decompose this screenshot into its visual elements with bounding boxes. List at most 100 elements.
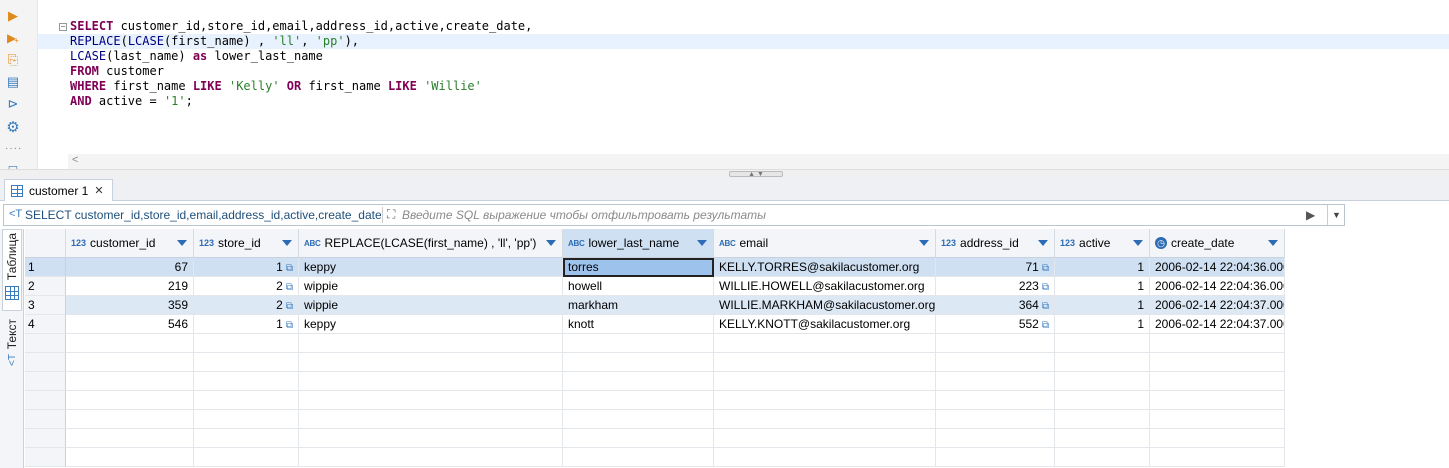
column-header-email[interactable]: ABC email xyxy=(714,229,936,258)
panel-splitter[interactable]: ▲ ▼ xyxy=(0,169,1449,178)
row-number[interactable]: 3 xyxy=(25,296,66,315)
table-cell[interactable]: keppy xyxy=(299,315,563,334)
code-token: LIKE xyxy=(387,79,417,93)
foreign-key-link-icon[interactable]: ⧉ xyxy=(286,301,293,312)
table-cell[interactable]: markham xyxy=(563,296,714,315)
code-token: customer xyxy=(98,64,164,78)
row-number[interactable]: 2 xyxy=(25,277,66,296)
foreign-key-link-icon[interactable]: ⧉ xyxy=(286,320,293,331)
table-cell[interactable]: 364 ⧉ xyxy=(936,296,1055,315)
table-cell[interactable]: KELLY.TORRES@sakilacustomer.org xyxy=(714,258,936,277)
filter-history-dropdown-icon[interactable]: ▼ xyxy=(1327,205,1345,225)
code-area[interactable]: − SELECT customer_id,store_id,email,addre… xyxy=(38,0,1449,154)
code-line[interactable]: LCASE(last_name) as lower_last_name xyxy=(38,49,1449,64)
table-cell[interactable]: 359 xyxy=(66,296,194,315)
sql-editor[interactable]: ▶ ▶ + ⎘ ▤ ⊳ ⚙ ···· ▭ − SELECT customer_id,… xyxy=(0,0,1449,174)
table-cell[interactable]: knott xyxy=(563,315,714,334)
sort-dropdown-icon[interactable] xyxy=(1038,240,1048,246)
apply-filter-icon[interactable]: ▶ xyxy=(1306,208,1315,222)
table-cell[interactable]: 2006-02-14 22:04:37.000 xyxy=(1150,296,1285,315)
results-grid[interactable]: 123 customer_id 123 store_id ABC REPLACE(LCAS… xyxy=(25,229,1449,468)
code-line[interactable]: − SELECT customer_id,store_id,email,addre… xyxy=(38,19,1449,34)
row-number[interactable]: 1 xyxy=(25,258,66,277)
table-cell[interactable]: WILLIE.MARKHAM@sakilacustomer.org xyxy=(714,296,936,315)
table-cell[interactable]: 552 ⧉ xyxy=(936,315,1055,334)
code-line[interactable]: FROM customer xyxy=(38,64,1449,79)
table-cell[interactable]: KELLY.KNOTT@sakilacustomer.org xyxy=(714,315,936,334)
more-tools-icon[interactable]: ···· xyxy=(5,143,22,154)
scroll-left-icon[interactable]: < xyxy=(72,154,78,166)
table-cell[interactable]: 1 xyxy=(1055,315,1150,334)
sort-dropdown-icon[interactable] xyxy=(177,240,187,246)
foreign-key-link-icon[interactable]: ⧉ xyxy=(1042,263,1049,274)
close-icon[interactable]: ✕ xyxy=(94,184,103,197)
table-cell[interactable]: 223 ⧉ xyxy=(936,277,1055,296)
column-header-lower_last_name[interactable]: ABC lower_last_name xyxy=(563,229,714,258)
foreign-key-link-icon[interactable]: ⧉ xyxy=(1042,301,1049,312)
foreign-key-link-icon[interactable]: ⧉ xyxy=(286,263,293,274)
sort-dropdown-icon[interactable] xyxy=(919,240,929,246)
execute-statement-icon[interactable]: ▶ xyxy=(5,8,21,24)
sql-query-icon: <T xyxy=(9,208,23,220)
column-header-active[interactable]: 123 active xyxy=(1055,229,1150,258)
tab-customer-1[interactable]: customer 1 ✕ xyxy=(4,179,113,201)
table-row[interactable]: 4 546 1 ⧉ keppy knott KELLY.KNOTT@sakilacustom… xyxy=(25,315,1285,334)
settings-icon[interactable]: ⚙ xyxy=(5,120,21,136)
filter-input[interactable] xyxy=(402,206,1292,224)
sort-dropdown-icon[interactable] xyxy=(1133,240,1143,246)
sort-dropdown-icon[interactable] xyxy=(282,240,292,246)
sort-dropdown-icon[interactable] xyxy=(546,240,556,246)
table-cell[interactable]: torres xyxy=(563,258,714,277)
tab-text-view[interactable]: Текст <T xyxy=(2,315,22,377)
column-header-customer_id[interactable]: 123 customer_id xyxy=(66,229,194,258)
table-row[interactable]: 1 67 1 ⧉ keppy torres KELLY.TORRES@sakilacusto… xyxy=(25,258,1285,277)
code-line[interactable]: AND active = '1'; xyxy=(38,94,1449,109)
sort-dropdown-icon[interactable] xyxy=(697,240,707,246)
table-cell xyxy=(563,372,714,391)
column-header-store_id[interactable]: 123 store_id xyxy=(194,229,299,258)
table-cell[interactable]: 219 xyxy=(66,277,194,296)
table-cell[interactable]: 1 ⧉ xyxy=(194,315,299,334)
table-row[interactable]: 3 359 2 ⧉ wippie markham WILLIE.MARKHAM@sakila… xyxy=(25,296,1285,315)
code-line[interactable]: REPLACE(LCASE(first_name) , 'll', 'pp'), xyxy=(38,34,1449,49)
terminal-icon[interactable]: ⊳ xyxy=(5,96,21,112)
column-header-address_id[interactable]: 123 address_id xyxy=(936,229,1055,258)
table-cell[interactable]: 2006-02-14 22:04:36.000 xyxy=(1150,277,1285,296)
table-cell[interactable]: 1 xyxy=(1055,296,1150,315)
table-cell[interactable]: 546 xyxy=(66,315,194,334)
fold-icon[interactable]: − xyxy=(59,23,67,31)
table-cell[interactable]: keppy xyxy=(299,258,563,277)
sort-dropdown-icon[interactable] xyxy=(1268,240,1278,246)
table-row[interactable]: 2 219 2 ⧉ wippie howell WILLIE.HOWELL@sakilacu… xyxy=(25,277,1285,296)
column-header-create_date[interactable]: ◷ create_date xyxy=(1150,229,1285,258)
foreign-key-link-icon[interactable]: ⧉ xyxy=(1042,320,1049,331)
execution-plan-icon[interactable]: ⎘ xyxy=(5,52,21,68)
table-cell[interactable]: wippie xyxy=(299,296,563,315)
foreign-key-link-icon[interactable]: ⧉ xyxy=(1042,282,1049,293)
cell-value: 1 xyxy=(276,260,283,274)
empty-table-row xyxy=(25,429,1285,448)
expand-icon[interactable]: ⛶ xyxy=(387,207,395,222)
editor-horizontal-scrollbar[interactable]: < xyxy=(68,154,1449,169)
foreign-key-link-icon[interactable]: ⧉ xyxy=(286,282,293,293)
table-cell[interactable]: 71 ⧉ xyxy=(936,258,1055,277)
load-script-icon[interactable]: ▤ xyxy=(5,74,21,90)
table-cell[interactable]: WILLIE.HOWELL@sakilacustomer.org xyxy=(714,277,936,296)
table-cell[interactable]: 1 xyxy=(1055,277,1150,296)
table-cell[interactable]: wippie xyxy=(299,277,563,296)
tab-table-view[interactable]: Таблица xyxy=(2,229,22,311)
table-cell[interactable]: 2006-02-14 22:04:37.000 xyxy=(1150,315,1285,334)
row-number[interactable]: 4 xyxy=(25,315,66,334)
table-cell[interactable]: howell xyxy=(563,277,714,296)
table-cell[interactable]: 1 xyxy=(1055,258,1150,277)
execute-script-icon[interactable]: ▶ + xyxy=(5,30,21,46)
table-cell[interactable]: 67 xyxy=(66,258,194,277)
table-cell[interactable]: 2006-02-14 22:04:36.000 xyxy=(1150,258,1285,277)
code-line[interactable]: WHERE first_name LIKE 'Kelly' OR first_n… xyxy=(38,79,1449,94)
table-cell[interactable]: 2 ⧉ xyxy=(194,277,299,296)
table-cell[interactable]: 2 ⧉ xyxy=(194,296,299,315)
table-cell[interactable]: 1 ⧉ xyxy=(194,258,299,277)
query-text[interactable]: SELECT customer_id,store_id,email,addres… xyxy=(25,208,381,223)
column-header-replacelcasefirst_na[interactable]: ABC REPLACE(LCASE(first_name) , 'll', 'pp… xyxy=(299,229,563,258)
cell-value: wippie xyxy=(304,279,339,293)
